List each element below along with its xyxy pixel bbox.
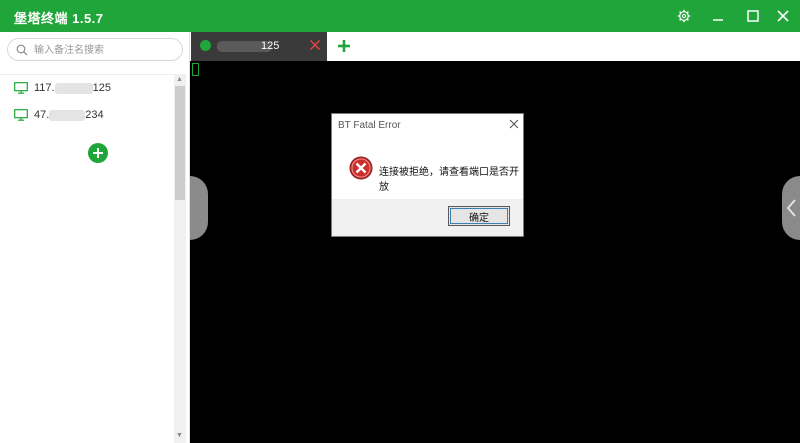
minimize-button[interactable] bbox=[706, 4, 730, 28]
settings-button[interactable] bbox=[672, 4, 696, 28]
maximize-button[interactable] bbox=[741, 4, 765, 28]
error-icon bbox=[349, 156, 373, 180]
tab-label: 125 bbox=[261, 40, 280, 52]
host-label-end: 125 bbox=[92, 82, 111, 94]
host-label-start: 47. bbox=[34, 109, 50, 121]
search-box bbox=[7, 38, 183, 61]
host-label: 47. 234 bbox=[34, 109, 104, 121]
host-label-start: 117. bbox=[34, 82, 55, 94]
host-label: 117. 125 bbox=[34, 82, 111, 94]
sidebar: 117. 125 47. 234 ▲ ▼ bbox=[0, 32, 190, 443]
maximize-icon bbox=[747, 10, 759, 22]
dialog-footer: 确定 bbox=[332, 199, 523, 236]
chevron-left-icon bbox=[786, 199, 796, 217]
ok-button[interactable]: 确定 bbox=[448, 206, 510, 226]
scroll-up-icon[interactable]: ▲ bbox=[176, 76, 183, 83]
terminal-cursor bbox=[192, 63, 199, 76]
search-icon bbox=[16, 44, 28, 56]
scrollbar-thumb[interactable] bbox=[175, 86, 185, 200]
dialog-message: 连接被拒绝，请查看端口是否开放 bbox=[379, 167, 519, 193]
plus-icon[interactable] bbox=[336, 38, 352, 54]
gear-icon bbox=[677, 9, 691, 23]
add-host-button[interactable] bbox=[88, 143, 108, 163]
sidebar-divider bbox=[0, 74, 186, 75]
monitor-icon bbox=[14, 109, 28, 121]
close-icon[interactable] bbox=[309, 39, 321, 51]
redaction-mask bbox=[54, 82, 93, 94]
close-icon bbox=[777, 10, 789, 22]
scroll-down-icon[interactable]: ▼ bbox=[176, 432, 183, 439]
close-window-button[interactable] bbox=[771, 4, 795, 28]
session-tab[interactable]: 125 bbox=[191, 32, 327, 61]
error-dialog: BT Fatal Error 连接被拒绝，请查看端口是否开放 确定 bbox=[331, 113, 524, 237]
app-title: 堡塔终端 1.5.7 bbox=[14, 11, 104, 26]
dialog-title: BT Fatal Error bbox=[338, 120, 401, 131]
host-label-end: 234 bbox=[85, 109, 104, 121]
host-item[interactable]: 47. 234 bbox=[14, 106, 104, 124]
title-bar: 堡塔终端 1.5.7 bbox=[0, 0, 800, 32]
redaction-mask bbox=[49, 109, 86, 121]
minimize-icon bbox=[713, 19, 723, 21]
tab-bar: 125 bbox=[190, 32, 800, 61]
host-item[interactable]: 117. 125 bbox=[14, 79, 111, 97]
collapse-sidebar-handle[interactable] bbox=[190, 176, 208, 240]
monitor-icon bbox=[14, 82, 28, 94]
expand-panel-handle[interactable] bbox=[782, 176, 800, 240]
close-icon[interactable] bbox=[508, 118, 520, 130]
connection-status-dot bbox=[200, 40, 211, 51]
search-input[interactable] bbox=[34, 42, 174, 58]
